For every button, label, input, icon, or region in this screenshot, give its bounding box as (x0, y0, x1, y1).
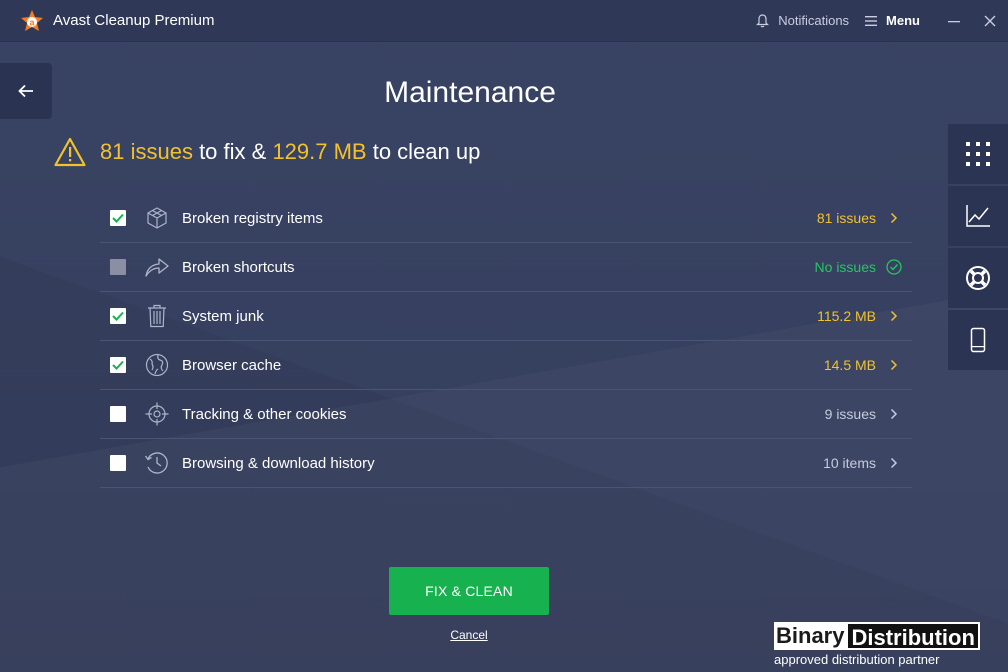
chevron-right-icon[interactable] (876, 408, 912, 420)
chevron-right-icon[interactable] (876, 457, 912, 469)
app-title: Avast Cleanup Premium (53, 12, 215, 29)
checkbox[interactable] (110, 406, 126, 422)
checkbox[interactable] (110, 455, 126, 471)
list-item-browser-cache[interactable]: Browser cache 14.5 MB (100, 341, 912, 390)
checkbox-disabled (110, 259, 126, 275)
watermark-tagline: approved distribution partner (774, 652, 940, 667)
list-item-tracking-cookies[interactable]: Tracking & other cookies 9 issues (100, 390, 912, 439)
minimize-icon (948, 20, 960, 22)
summary: 81 issues to fix & 129.7 MB to clean up (54, 134, 480, 170)
item-label: Browser cache (182, 356, 282, 374)
maintenance-list: Broken registry items 81 issues Broken s… (100, 194, 912, 488)
watermark-logo: Binary Distribution (774, 622, 1000, 650)
rail-help-button[interactable] (948, 248, 1008, 308)
item-label: Tracking & other cookies (182, 405, 347, 423)
item-value: 10 items (823, 455, 876, 471)
checkbox[interactable] (110, 357, 126, 373)
watermark-part2: Distribution (846, 622, 980, 650)
chevron-right-icon[interactable] (876, 212, 912, 224)
list-item-broken-registry[interactable]: Broken registry items 81 issues (100, 194, 912, 243)
checkmark-icon (112, 311, 124, 321)
lifebuoy-icon (966, 266, 990, 290)
list-item-broken-shortcuts[interactable]: Broken shortcuts No issues (100, 243, 912, 292)
checkmark-icon (112, 213, 124, 223)
fix-and-clean-button[interactable]: FIX & CLEAN (389, 567, 549, 615)
notifications-label: Notifications (778, 13, 850, 28)
phone-icon (970, 327, 986, 353)
notifications-button[interactable]: Notifications (756, 13, 849, 28)
watermark-part1: Binary (774, 622, 847, 650)
minimize-button[interactable] (936, 0, 972, 42)
close-icon (984, 15, 996, 26)
shortcut-arrow-icon (144, 254, 170, 280)
menu-label: Menu (886, 13, 920, 28)
cube-icon (144, 205, 170, 231)
bell-icon (756, 13, 770, 27)
item-label: System junk (182, 307, 264, 325)
checkbox[interactable] (110, 210, 126, 226)
line-chart-icon (966, 205, 990, 227)
cancel-link[interactable]: Cancel (389, 628, 549, 642)
item-label: Browsing & download history (182, 454, 375, 472)
summary-size: 129.7 MB (272, 139, 367, 164)
close-button[interactable] (972, 0, 1008, 42)
avast-logo-icon: a (20, 9, 44, 33)
rail-stats-button[interactable] (948, 186, 1008, 246)
title-bar: a Avast Cleanup Premium Notifications Me… (0, 0, 1008, 42)
chevron-right-icon[interactable] (876, 310, 912, 322)
checkmark-icon (112, 360, 124, 370)
item-value: No issues (814, 259, 876, 275)
grid-icon (966, 142, 990, 166)
hamburger-icon (865, 15, 878, 26)
item-value: 81 issues (816, 210, 876, 226)
checkbox[interactable] (110, 308, 126, 324)
summary-text-fix: to fix & (192, 139, 273, 164)
chevron-right-icon[interactable] (876, 359, 912, 371)
rail-mobile-button[interactable] (948, 310, 1008, 370)
crosshair-icon (144, 401, 170, 427)
list-item-system-junk[interactable]: System junk 115.2 MB (100, 292, 912, 341)
right-rail (948, 124, 1008, 372)
item-label: Broken shortcuts (182, 258, 295, 276)
item-value: 9 issues (824, 406, 876, 422)
globe-icon (144, 352, 170, 378)
item-value: 115.2 MB (817, 308, 876, 324)
rail-apps-button[interactable] (948, 124, 1008, 184)
summary-text-cleanup: to clean up (366, 139, 481, 164)
warning-icon (54, 137, 86, 167)
page-title: Maintenance (384, 76, 556, 109)
watermark: Binary Distribution approved distributio… (774, 622, 1000, 667)
item-label: Broken registry items (182, 209, 323, 227)
summary-issues: 81 issues (100, 139, 193, 164)
history-clock-icon (144, 450, 170, 476)
check-circle-icon (876, 259, 912, 275)
menu-button[interactable]: Menu (865, 13, 920, 28)
item-value: 14.5 MB (823, 357, 876, 373)
trash-icon (144, 303, 170, 329)
list-item-browsing-history[interactable]: Browsing & download history 10 items (100, 439, 912, 488)
